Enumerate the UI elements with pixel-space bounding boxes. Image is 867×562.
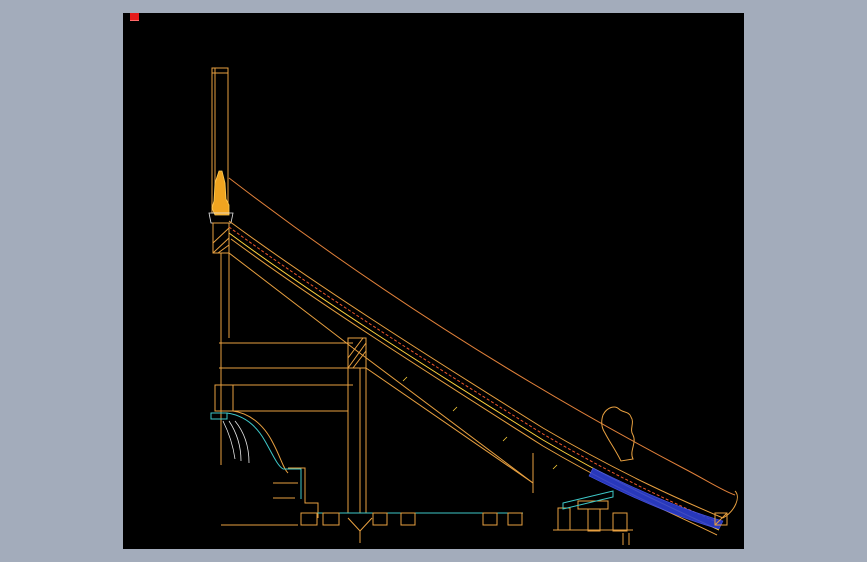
roof-end-ornament — [601, 406, 635, 462]
bracket-section-left — [214, 384, 319, 526]
roof-section-drawing — [208, 67, 738, 545]
bracket-cyan-detail — [210, 412, 523, 514]
bracket-white-detail — [222, 420, 250, 464]
ridge-block — [212, 222, 230, 254]
tile-ticks — [402, 376, 558, 470]
roof-layers — [228, 220, 724, 536]
bracket-right-cyan — [562, 490, 614, 510]
drawing-viewport[interactable] — [123, 13, 744, 549]
inner-structure — [219, 252, 534, 513]
floor-blocks — [300, 512, 523, 543]
bracket-section-right — [553, 500, 633, 545]
